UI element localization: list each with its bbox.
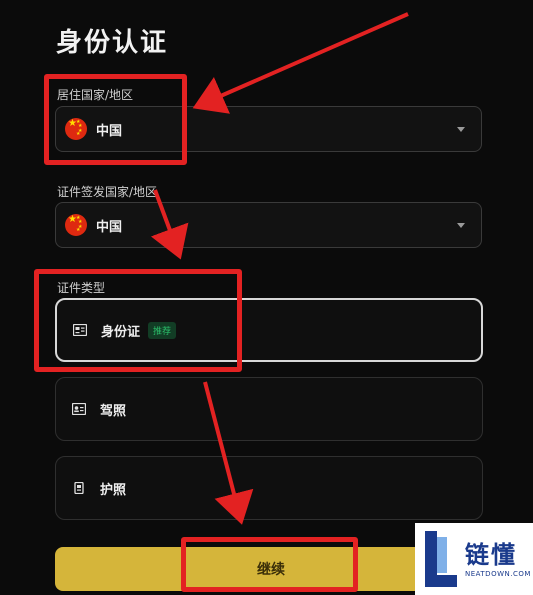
recommended-badge: 推荐 (148, 321, 177, 339)
doc-option-driver-license[interactable]: 驾照 (55, 377, 483, 441)
issuing-select[interactable]: ★ ★ ★ ★ ★ 中国 (55, 202, 482, 248)
chevron-down-icon (457, 223, 465, 228)
neatdown-logo-icon (425, 531, 457, 587)
passport-icon (74, 482, 84, 494)
issuing-value: 中国 (96, 219, 123, 235)
page-title: 身份认证 (56, 28, 169, 58)
watermark-title: 链懂 (465, 541, 517, 569)
residence-label: 居住国家/地区 (57, 88, 134, 102)
annotation-arrow (192, 12, 409, 114)
id-card-icon (73, 324, 87, 336)
watermark-logo: 链懂 NEATDOWN.COM (415, 523, 533, 595)
china-flag-icon: ★ ★ ★ ★ ★ (65, 214, 87, 236)
doc-option-label: 身份证 (101, 324, 141, 340)
driver-license-icon (72, 403, 86, 415)
doc-option-label: 驾照 (100, 403, 127, 419)
doc-option-passport[interactable]: 护照 (55, 456, 483, 520)
residence-value: 中国 (96, 123, 123, 139)
issuing-label: 证件签发国家/地区 (57, 185, 158, 199)
doc-option-id-card[interactable]: 身份证 推荐 (55, 298, 483, 362)
china-flag-icon: ★ ★ ★ ★ ★ (65, 118, 87, 140)
doc-option-label: 护照 (100, 482, 127, 498)
chevron-down-icon (457, 127, 465, 132)
residence-select[interactable]: ★ ★ ★ ★ ★ 中国 (55, 106, 482, 152)
doc-type-label: 证件类型 (57, 281, 106, 295)
watermark-subtitle: NEATDOWN.COM (465, 570, 531, 578)
